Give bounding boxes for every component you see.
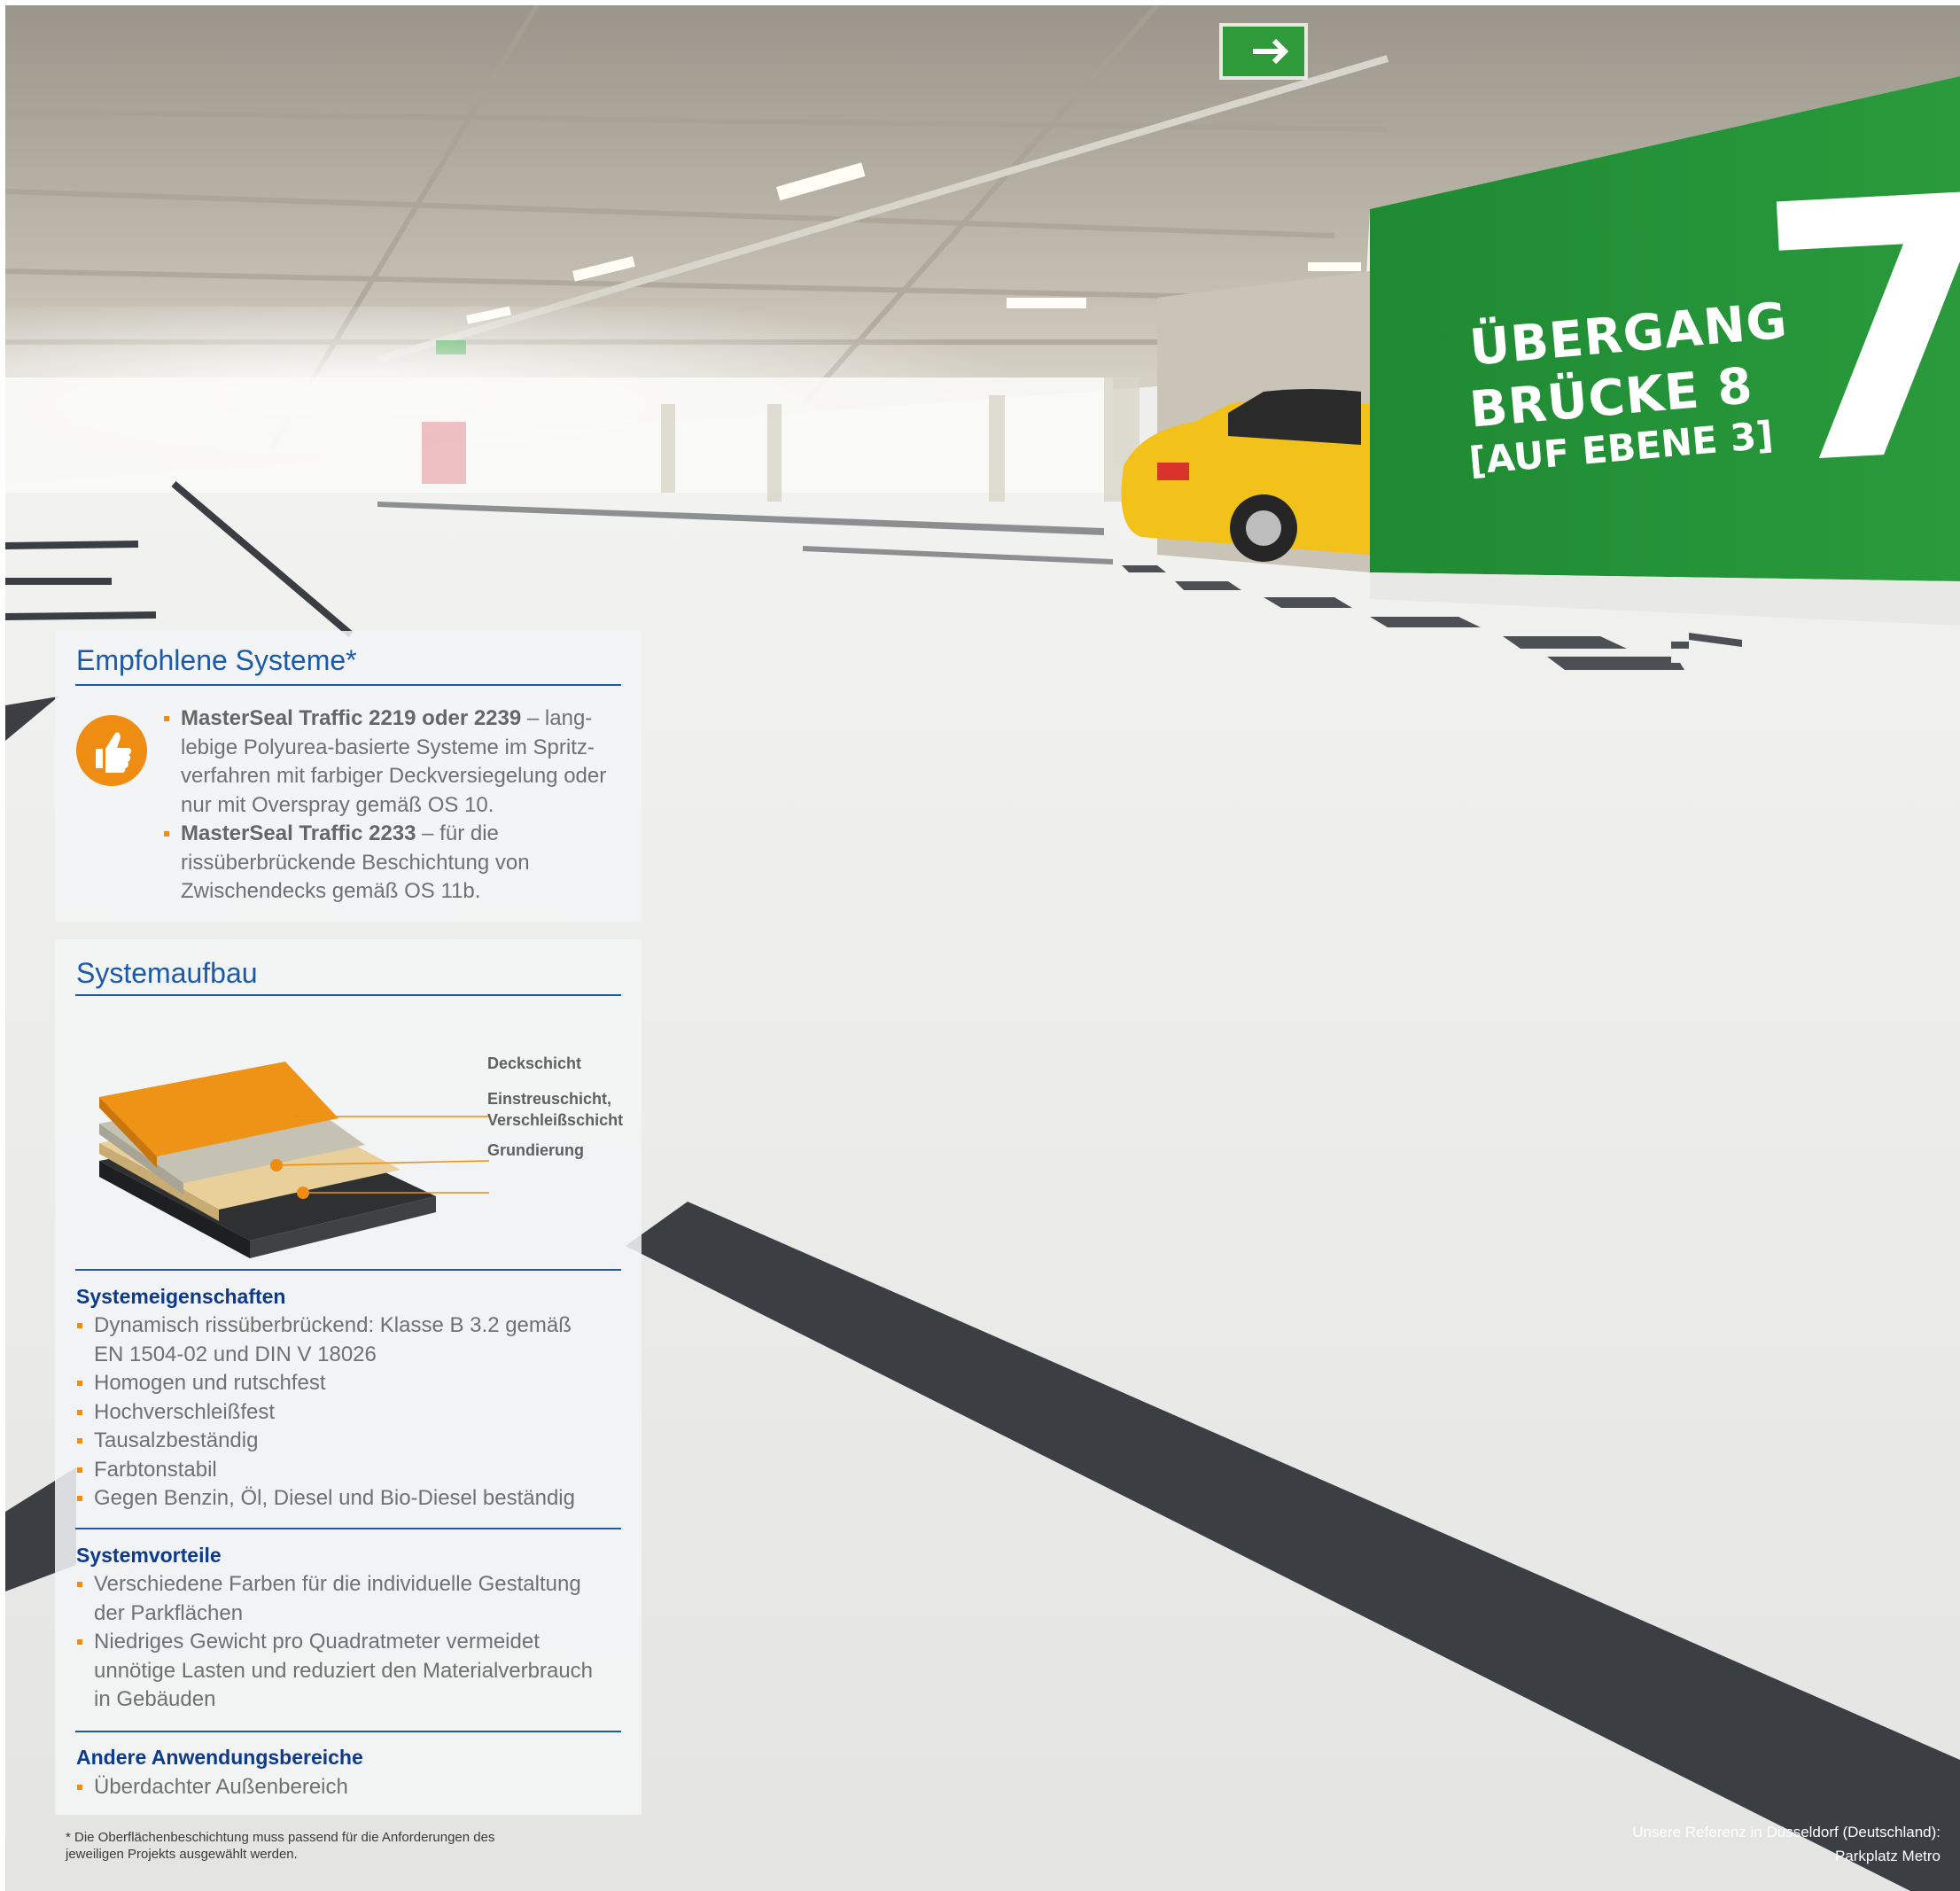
system-structure-panel: Systemaufbau Deckschicht Einstreuschicht…: [55, 939, 642, 1815]
properties-rule: [75, 1269, 621, 1271]
list-item: Farbtonstabil: [76, 1456, 626, 1485]
list-item: Verschiedene Farben für die individuelle…: [76, 1570, 626, 1628]
recommended-list: MasterSeal Traffic 2219 oder 2239 – lang…: [163, 704, 624, 907]
recommended-title: Empfohlene Systeme*: [76, 644, 357, 676]
advantages-rule: [75, 1528, 621, 1529]
layer-label-wear: Einstreuschicht, Verschleißschicht: [487, 1090, 624, 1129]
list-item: Dynamisch rissüberbrückend: Klasse B 3.2…: [76, 1311, 626, 1369]
brochure-page: ÜBERGANG BRÜCKE 8 [AUF EBENE 3] 7 Empfoh…: [0, 0, 1960, 1891]
other-rule: [75, 1731, 621, 1732]
recommended-item: MasterSeal Traffic 2219 oder 2239 – lang…: [163, 704, 624, 820]
thumbs-up-icon: [76, 715, 147, 786]
recommended-systems-panel: Empfohlene Systeme* MasterSeal Traffic 2…: [55, 631, 642, 922]
advantages-list: Verschiedene Farben für die individuelle…: [76, 1570, 626, 1715]
properties-title: Systemeigenschaften: [76, 1285, 286, 1308]
photo-caption: Unsere Referenz in Düsseldorf (Deutschla…: [1632, 1824, 1941, 1864]
footnote: * Die Oberflächenbeschichtung muss passe…: [66, 1830, 495, 1862]
list-item: Gegen Benzin, Öl, Diesel und Bio-Diesel …: [76, 1484, 626, 1514]
properties-list: Dynamisch rissüberbrückend: Klasse B 3.2…: [76, 1311, 626, 1514]
layer-label-top: Deckschicht: [487, 1054, 582, 1072]
wall-level-number: 7: [1748, 121, 1960, 545]
layer-label-primer: Grundierung: [487, 1141, 584, 1159]
list-item: Niedriges Gewicht pro Quadratmeter verme…: [76, 1628, 626, 1715]
list-item: Hochverschleißfest: [76, 1398, 626, 1428]
structure-rule: [75, 994, 621, 996]
list-item: Tausalzbeständig: [76, 1427, 626, 1456]
other-title: Andere Anwendungsbereiche: [76, 1746, 363, 1769]
list-item: Homogen und rutschfest: [76, 1369, 626, 1398]
recommended-rule: [75, 684, 621, 686]
other-list: Überdachter Außenbereich: [76, 1773, 626, 1802]
advantages-title: Systemvorteile: [76, 1544, 222, 1567]
product-name: MasterSeal Traffic 2233: [181, 821, 416, 845]
recommended-item: MasterSeal Traffic 2233 – für die rissübe…: [163, 820, 624, 907]
structure-title: Systemaufbau: [76, 957, 258, 989]
product-name: MasterSeal Traffic 2219 oder 2239: [181, 706, 522, 730]
list-item: Überdachter Außenbereich: [76, 1773, 626, 1802]
layer-diagram: [99, 1062, 489, 1258]
